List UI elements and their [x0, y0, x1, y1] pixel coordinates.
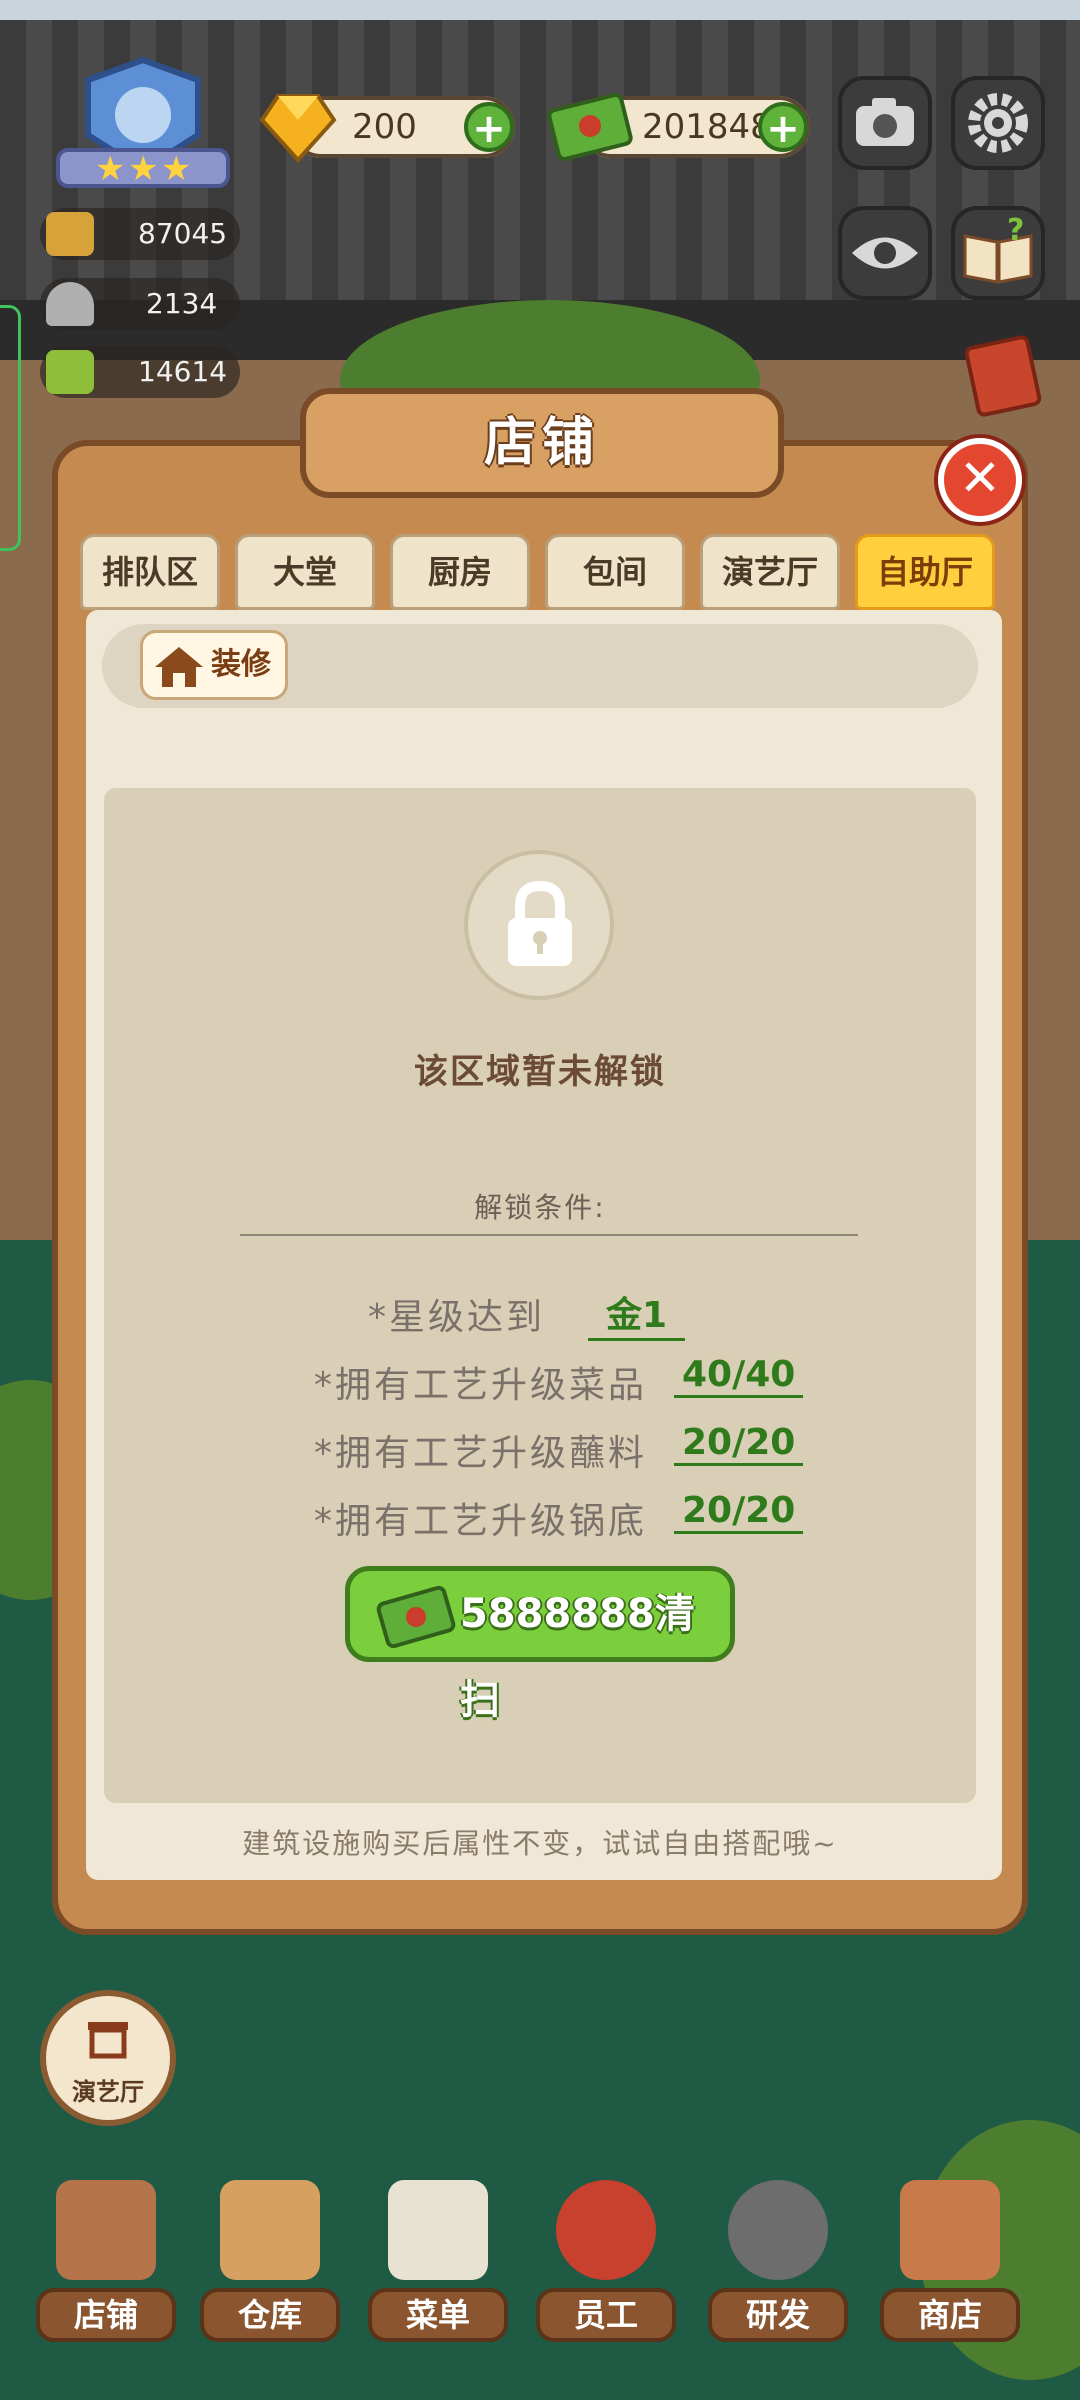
- condition-value: 20/20: [674, 1422, 804, 1466]
- lock-badge: [464, 850, 614, 1000]
- hotpot-icon: [46, 212, 94, 256]
- recipe-book-icon: [46, 350, 94, 394]
- pot-stat: 87045: [40, 208, 240, 260]
- performance-hall-shortcut-label: 演艺厅: [72, 2078, 144, 2106]
- nav-menu[interactable]: 菜单: [368, 2180, 508, 2342]
- lock-icon: [508, 880, 572, 966]
- locked-message: 该区域暂未解锁: [414, 1052, 666, 1092]
- eye-icon: [852, 237, 918, 269]
- svg-text:★: ★: [128, 149, 158, 189]
- cash-icon: [547, 93, 633, 161]
- dialog-footnote: 建筑设施购买后属性不变，试试自由搭配哦~: [242, 1827, 838, 1860]
- gem-count: 200: [352, 107, 417, 147]
- nav-staff[interactable]: 员工: [536, 2180, 676, 2342]
- condition-label: *拥有工艺升级菜品: [314, 1365, 648, 1406]
- nav-warehouse[interactable]: 仓库: [200, 2180, 340, 2342]
- tab-buffet-hall[interactable]: 自助厅: [855, 534, 995, 610]
- side-panel-tab[interactable]: [0, 305, 21, 551]
- dialog-title: 店铺: [483, 413, 600, 473]
- area-tabs: 排队区 大堂 厨房 包间 演艺厅 自助厅: [80, 534, 1000, 612]
- nav-store[interactable]: 商店: [880, 2180, 1020, 2342]
- cash-icon: [376, 1585, 456, 1649]
- service-stat: 2134: [40, 278, 240, 330]
- bottom-nav: 店铺 仓库 菜单 员工 研发 商店: [0, 2180, 1080, 2400]
- clipboard-icon: [388, 2180, 488, 2280]
- svg-text:★: ★: [161, 149, 191, 189]
- gem-icon: [259, 94, 337, 163]
- dialog-title-plate: 店铺: [300, 388, 784, 498]
- tab-kitchen[interactable]: 厨房: [390, 534, 530, 610]
- wok-icon: [728, 2180, 828, 2280]
- nav-label: 仓库: [200, 2288, 340, 2342]
- shop-building-icon: [56, 2180, 156, 2280]
- tab-queue-area[interactable]: 排队区: [80, 534, 220, 610]
- cash-count: 201848: [642, 107, 772, 147]
- view-toggle-button[interactable]: [838, 206, 932, 300]
- condition-label: *拥有工艺升级锅底: [314, 1501, 648, 1542]
- pay-clear-label: 5888888清扫: [460, 1591, 695, 1723]
- help-book-icon: ?: [963, 213, 1033, 284]
- tab-lobby[interactable]: 大堂: [235, 534, 375, 610]
- condition-value: 金1: [588, 1286, 686, 1341]
- nav-label: 研发: [708, 2288, 848, 2342]
- svg-text:★: ★: [95, 149, 125, 189]
- recipe-stat: 14614: [40, 346, 240, 398]
- chef-avatar-icon: [556, 2180, 656, 2280]
- tab-performance-hall[interactable]: 演艺厅: [700, 534, 840, 610]
- nav-label: 菜单: [368, 2288, 508, 2342]
- stage-icon: [88, 2022, 128, 2059]
- svg-text:?: ?: [1007, 213, 1024, 248]
- pot-stat-value: 87045: [138, 217, 228, 250]
- nav-shop[interactable]: 店铺: [36, 2180, 176, 2342]
- house-icon: [155, 647, 203, 687]
- unlock-conditions-heading: 解锁条件:: [474, 1191, 606, 1224]
- decorate-label: 装修: [211, 647, 271, 682]
- condition-label: *星级达到: [368, 1297, 546, 1338]
- nav-research[interactable]: 研发: [708, 2180, 848, 2342]
- cloche-icon: [46, 282, 94, 326]
- add-cash-button[interactable]: +: [758, 102, 808, 152]
- close-button[interactable]: ✕: [938, 438, 1022, 522]
- gear-icon: [968, 93, 1028, 153]
- guide-book-button[interactable]: ?: [951, 206, 1045, 300]
- settings-button[interactable]: [951, 76, 1045, 170]
- recipe-stat-value: 14614: [138, 355, 228, 388]
- nav-label: 商店: [880, 2288, 1020, 2342]
- service-stat-value: 2134: [146, 287, 218, 320]
- add-gems-button[interactable]: +: [464, 102, 514, 152]
- nav-label: 店铺: [36, 2288, 176, 2342]
- condition-value: 40/40: [674, 1354, 804, 1398]
- condition-value: 20/20: [674, 1490, 804, 1534]
- performance-hall-shortcut[interactable]: 演艺厅: [40, 1990, 176, 2126]
- camera-icon: [856, 98, 914, 146]
- restaurant-rank-badge[interactable]: ★ ★ ★: [48, 55, 238, 195]
- boxes-icon: [220, 2180, 320, 2280]
- camera-button[interactable]: [838, 76, 932, 170]
- decorate-button[interactable]: 装修: [140, 630, 288, 700]
- storefront-icon: [900, 2180, 1000, 2280]
- condition-label: *拥有工艺升级蘸料: [314, 1433, 648, 1474]
- nav-label: 员工: [536, 2288, 676, 2342]
- pay-clear-button[interactable]: 5888888清扫: [345, 1566, 735, 1723]
- tab-private-room[interactable]: 包间: [545, 534, 685, 610]
- conditions-divider: [240, 1234, 858, 1236]
